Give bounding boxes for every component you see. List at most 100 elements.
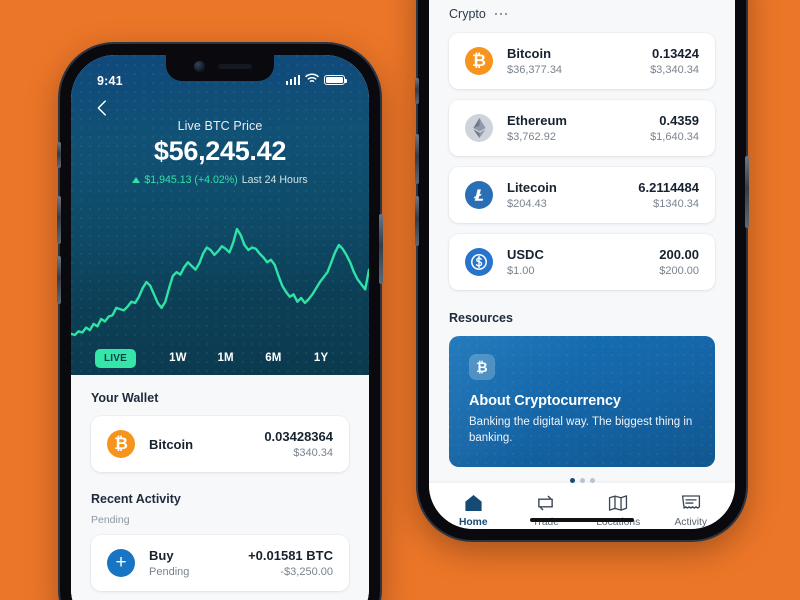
status-bar-time: 9:41: [97, 74, 123, 88]
bitcoin-icon: ₿: [465, 47, 493, 75]
price-hero: 9:41 Live BTC Price $56,245.42 $1,945.13…: [71, 55, 369, 375]
crypto-row-name: Ethereum: [507, 113, 567, 128]
front-camera-icon: [194, 61, 205, 72]
activity-row-amount: +0.01581 BTC: [248, 548, 333, 563]
price-sparkline: [71, 223, 369, 341]
mute-switch[interactable]: [57, 142, 61, 168]
crypto-row-amount: 6.2114484: [638, 180, 699, 195]
crypto-row-litecoin[interactable]: Litecoin $204.43 6.2114484 $1340.34: [449, 167, 715, 223]
crypto-row-price: $3,762.92: [507, 131, 556, 143]
crypto-row-fiat: $3,340.34: [650, 64, 699, 76]
ethereum-glyph: [472, 118, 486, 138]
device-notch: [166, 55, 274, 81]
range-1y[interactable]: 1Y: [297, 352, 345, 364]
litecoin-icon: [465, 181, 493, 209]
promo-body: Banking the digital way. The biggest thi…: [469, 416, 693, 445]
range-1m[interactable]: 1M: [202, 352, 250, 364]
usdc-icon: [465, 248, 493, 276]
bitcoin-icon: ₿: [107, 430, 135, 458]
power-button[interactable]: [379, 214, 383, 284]
crypto-row-usdc[interactable]: USDC $1.00 200.00 $200.00: [449, 234, 715, 290]
tab-activity-label: Activity: [674, 516, 708, 528]
volume-up-button[interactable]: [415, 134, 419, 184]
ellipsis-icon[interactable]: [494, 9, 508, 20]
volume-down-button[interactable]: [57, 256, 61, 304]
price-chart: [71, 223, 369, 341]
tab-locations[interactable]: Locations: [582, 492, 655, 528]
crypto-row-fiat: $1340.34: [653, 198, 699, 210]
earpiece-speaker-icon: [218, 64, 252, 69]
power-button[interactable]: [745, 156, 749, 228]
back-button[interactable]: [71, 89, 369, 123]
price-change-period: Last 24 Hours: [241, 174, 308, 186]
usdc-glyph: [471, 254, 487, 270]
activity-row-fiat: -$3,250.00: [280, 566, 333, 578]
volume-up-button[interactable]: [57, 196, 61, 244]
home-indicator[interactable]: [530, 518, 634, 522]
bitcoin-glyph: ₿: [114, 434, 128, 453]
home-icon: [437, 492, 510, 514]
crypto-row-fiat: $200.00: [659, 265, 699, 277]
cellular-bars-icon: [285, 75, 300, 85]
price-change: $1,945.13 (+4.02%) Last 24 Hours: [71, 174, 369, 186]
crypto-row-price: $204.43: [507, 198, 547, 210]
activity-group-label: Pending: [91, 514, 130, 526]
phone-left-screen: 9:41 Live BTC Price $56,245.42 $1,945.13…: [71, 55, 369, 600]
wallet-row-bitcoin[interactable]: ₿ Bitcoin 0.03428364 $340.34: [91, 416, 349, 472]
wallet-sheet: Your Wallet ₿ Bitcoin 0.03428364 $340.34…: [71, 375, 369, 600]
promo-heading: About Cryptocurrency: [469, 393, 621, 409]
activity-row-buy[interactable]: + Buy Pending +0.01581 BTC -$3,250.00: [91, 535, 349, 591]
receipt-icon: [655, 492, 728, 514]
tab-activity[interactable]: Activity: [655, 492, 728, 528]
activity-row-status: Pending: [149, 566, 190, 578]
crypto-row-amount: 0.13424: [652, 46, 699, 61]
recent-activity-title: Recent Activity: [91, 492, 181, 506]
bottom-tab-bar: Home Trade Locations Activity: [429, 482, 735, 529]
resources-section: Resources ₿ About Cryptocurrency Banking…: [429, 290, 735, 483]
tab-home-label: Home: [458, 516, 488, 528]
bitcoin-badge-glyph: ₿: [476, 359, 488, 375]
battery-full-icon: [324, 74, 348, 86]
wallet-row-fiat: $340.34: [293, 447, 333, 459]
crypto-row-bitcoin[interactable]: ₿ Bitcoin $36,377.34 0.13424 $3,340.34: [449, 33, 715, 89]
wifi-icon: [305, 73, 319, 87]
map-icon: [582, 492, 655, 514]
resources-title: Resources: [449, 311, 513, 325]
price-value: $56,245.42: [153, 136, 287, 166]
phone-right-screen: Crypto ₿ Bitcoin $36,377.34 0.13424 $3,3: [429, 0, 735, 529]
tab-trade[interactable]: Trade: [510, 492, 583, 528]
price-label: Live BTC Price: [177, 119, 263, 133]
ethereum-icon: [465, 114, 493, 142]
triangle-up-icon: [132, 177, 141, 183]
crypto-section-header: Crypto: [429, 0, 735, 21]
crypto-section-title: Crypto: [449, 7, 486, 21]
promo-card-about-cryptocurrency[interactable]: ₿ About Cryptocurrency Banking the digit…: [449, 336, 715, 467]
crypto-row-name: Litecoin: [507, 180, 557, 195]
range-selector: LIVE 1W 1M 6M 1Y: [71, 341, 369, 375]
bitcoin-glyph: ₿: [472, 51, 486, 70]
crypto-row-price: $36,377.34: [507, 64, 563, 76]
price-block: Live BTC Price $56,245.42 $1,945.13 (+4.…: [71, 119, 369, 186]
phone-left-device: 9:41 Live BTC Price $56,245.42 $1,945.13…: [57, 44, 383, 600]
trade-swap-icon: [510, 492, 583, 514]
crypto-row-fiat: $1,640.34: [650, 131, 699, 143]
tab-home[interactable]: Home: [437, 492, 510, 528]
plus-circle-icon: +: [107, 549, 135, 577]
plus-glyph: +: [115, 552, 127, 573]
wallet-row-amount: 0.03428364: [264, 429, 333, 444]
range-live[interactable]: LIVE: [95, 348, 137, 368]
range-6m[interactable]: 6M: [250, 352, 298, 364]
activity-row-name: Buy: [149, 548, 174, 563]
volume-down-button[interactable]: [415, 196, 419, 246]
phone-right-device: Crypto ₿ Bitcoin $36,377.34 0.13424 $3,3: [415, 0, 749, 540]
range-1w[interactable]: 1W: [154, 352, 202, 364]
crypto-row-ethereum[interactable]: Ethereum $3,762.92 0.4359 $1,640.34: [449, 100, 715, 156]
litecoin-glyph: [473, 189, 484, 201]
crypto-row-price: $1.00: [507, 265, 535, 277]
wallet-title: Your Wallet: [91, 391, 159, 405]
crypto-row-name: Bitcoin: [507, 46, 552, 61]
crypto-list: ₿ Bitcoin $36,377.34 0.13424 $3,340.34 E…: [429, 21, 735, 290]
mute-switch[interactable]: [415, 78, 419, 104]
bitcoin-badge-icon: ₿: [469, 354, 495, 380]
crypto-row-amount: 200.00: [659, 247, 699, 262]
